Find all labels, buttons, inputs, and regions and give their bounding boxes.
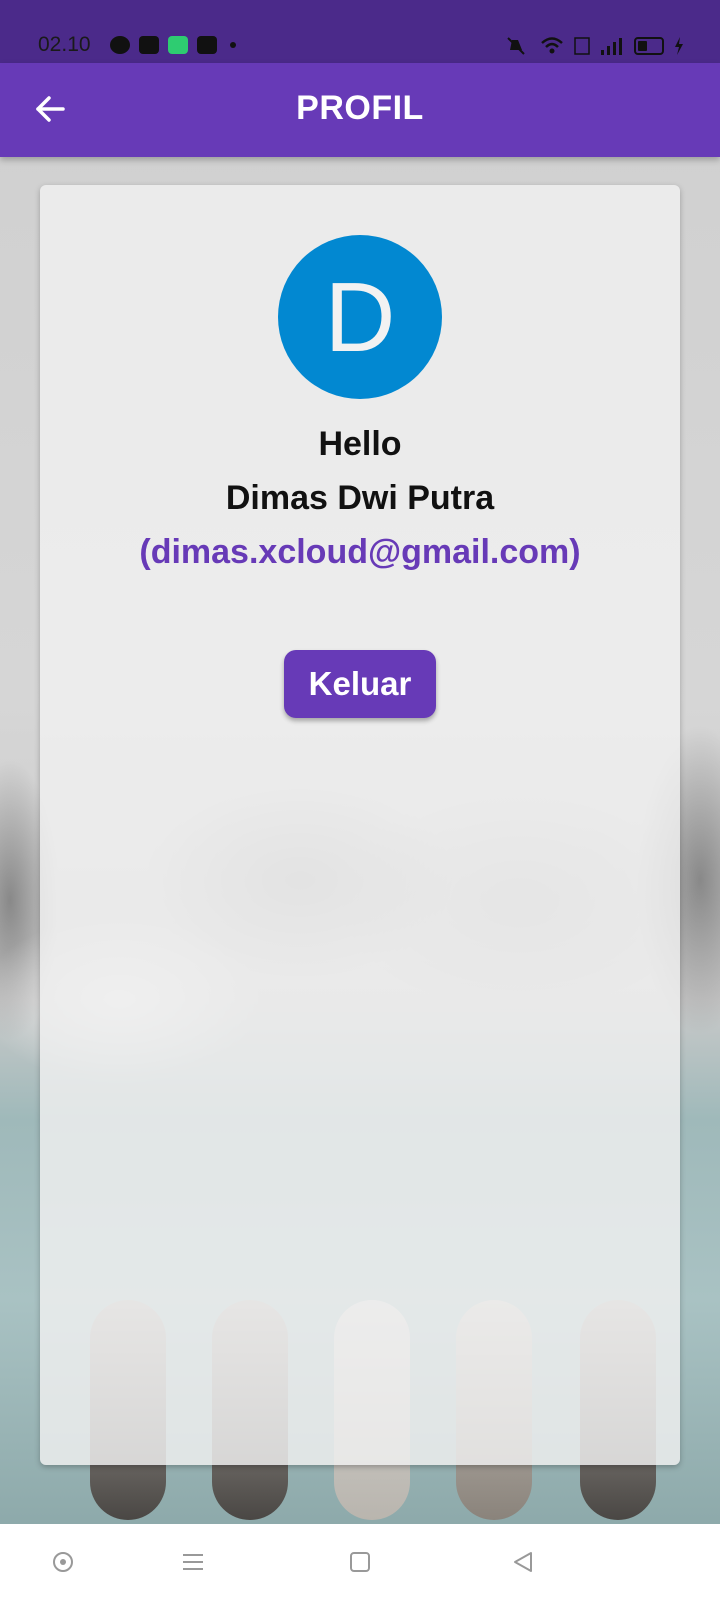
menu-icon [183,1554,203,1570]
facebook-icon [197,36,217,54]
profile-card: D Hello Dimas Dwi Putra (dimas.xcloud@gm… [40,185,680,1465]
home-button[interactable] [342,1544,378,1580]
status-time: 02.10 [38,33,91,56]
battery-saver-icon [168,36,188,54]
charging-icon [675,37,683,55]
greeting-text: Hello [318,425,402,463]
assistant-button[interactable] [45,1544,81,1580]
wifi-icon [541,37,563,54]
status-bar: 02.10 [0,0,720,63]
user-email: (dimas.xcloud@gmail.com) [139,533,581,571]
notification-icons [110,36,236,54]
mute-icon [507,37,525,55]
logout-button[interactable]: Keluar [284,650,436,718]
assistant-icon [53,1552,73,1572]
menu-button[interactable] [175,1544,211,1580]
avatar: D [278,235,442,399]
page-title: PROFIL [296,89,424,127]
nav-back-button[interactable] [505,1544,541,1580]
system-icons [504,36,684,56]
youtube-icon [139,36,159,54]
battery-icon [634,37,664,55]
dot-icon [230,42,236,48]
navigation-bar [0,1524,720,1600]
whatsapp-icon [110,36,130,54]
volte-icon [574,37,590,55]
signal-icon [601,38,622,55]
user-name: Dimas Dwi Putra [225,479,495,517]
home-icon [350,1552,370,1572]
back-icon [514,1552,532,1572]
app-bar: PROFIL [0,63,720,157]
